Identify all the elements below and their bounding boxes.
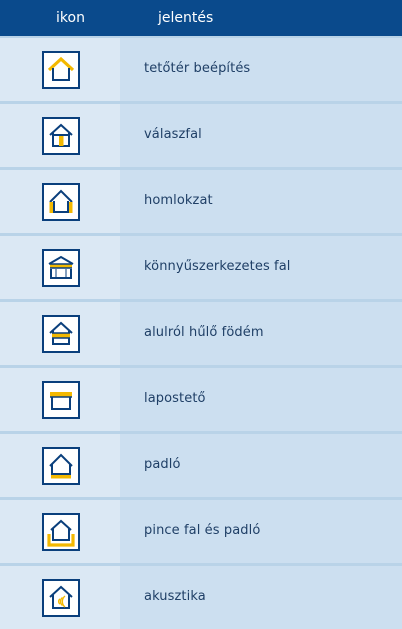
row-label: válaszfal — [144, 127, 202, 142]
table-row: alulról hűlő födém — [0, 302, 402, 365]
icon-legend-table: ikon jelentés tetőtér beépítés válaszfal… — [0, 0, 402, 629]
partition-wall-icon — [42, 117, 80, 155]
table-row: könnyűszerkezetes fal — [0, 236, 402, 299]
attic-insulation-icon — [42, 51, 80, 89]
icon-cell — [0, 434, 120, 497]
table-header: ikon jelentés — [0, 0, 402, 36]
lightweight-wall-icon — [42, 249, 80, 287]
row-label: alulról hűlő födém — [144, 325, 264, 340]
table-body: tetőtér beépítés válaszfal homlokzat kön… — [0, 38, 402, 629]
icon-cell — [0, 236, 120, 299]
table-row: lapostető — [0, 368, 402, 431]
icon-cell — [0, 104, 120, 167]
row-label: tetőtér beépítés — [144, 61, 251, 76]
row-label: pince fal és padló — [144, 523, 261, 538]
row-label: könnyűszerkezetes fal — [144, 259, 291, 274]
table-row: pince fal és padló — [0, 500, 402, 563]
flat-roof-icon — [42, 381, 80, 419]
column-header-meaning: jelentés — [158, 10, 214, 26]
facade-icon — [42, 183, 80, 221]
table-row: válaszfal — [0, 104, 402, 167]
row-label: padló — [144, 457, 181, 472]
row-label: homlokzat — [144, 193, 213, 208]
table-row: akusztika — [0, 566, 402, 629]
icon-cell — [0, 170, 120, 233]
table-row: homlokzat — [0, 170, 402, 233]
floor-icon — [42, 447, 80, 485]
column-header-icon: ikon — [56, 10, 85, 26]
acoustics-icon — [42, 579, 80, 617]
table-row: padló — [0, 434, 402, 497]
floor-slab-cooled-from-below-icon — [42, 315, 80, 353]
icon-cell — [0, 500, 120, 563]
icon-cell — [0, 566, 120, 629]
icon-cell — [0, 38, 120, 101]
basement-wall-and-floor-icon — [42, 513, 80, 551]
row-label: akusztika — [144, 589, 206, 604]
icon-cell — [0, 368, 120, 431]
icon-cell — [0, 302, 120, 365]
table-row: tetőtér beépítés — [0, 38, 402, 101]
row-label: lapostető — [144, 391, 206, 406]
